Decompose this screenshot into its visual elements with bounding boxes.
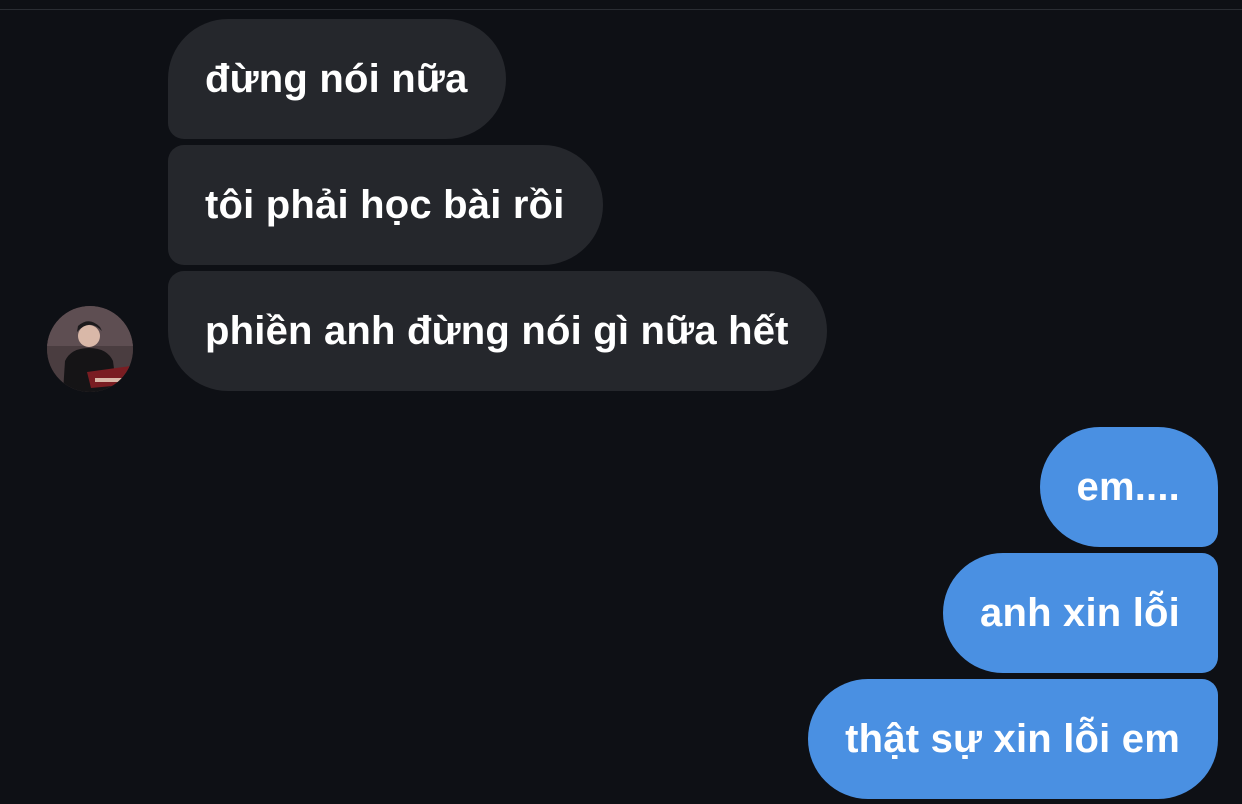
outgoing-message[interactable]: anh xin lỗi	[943, 553, 1218, 673]
message-text: đừng nói nữa	[205, 56, 468, 101]
message-text: phiền anh đừng nói gì nữa hết	[205, 308, 789, 353]
message-text: tôi phải học bài rồi	[205, 182, 565, 227]
message-text: anh xin lỗi	[980, 590, 1180, 635]
avatar-photo-icon	[47, 306, 133, 392]
message-text: thật sự xin lỗi em	[845, 716, 1180, 761]
outgoing-message[interactable]: em....	[1039, 427, 1218, 547]
header-divider	[0, 9, 1242, 10]
incoming-message[interactable]: đừng nói nữa	[168, 19, 506, 139]
incoming-message[interactable]: tôi phải học bài rồi	[168, 145, 603, 265]
outgoing-message[interactable]: thật sự xin lỗi em	[808, 679, 1218, 799]
contact-avatar[interactable]	[47, 306, 133, 392]
incoming-message[interactable]: phiền anh đừng nói gì nữa hết	[168, 271, 827, 391]
message-text: em....	[1076, 464, 1180, 509]
